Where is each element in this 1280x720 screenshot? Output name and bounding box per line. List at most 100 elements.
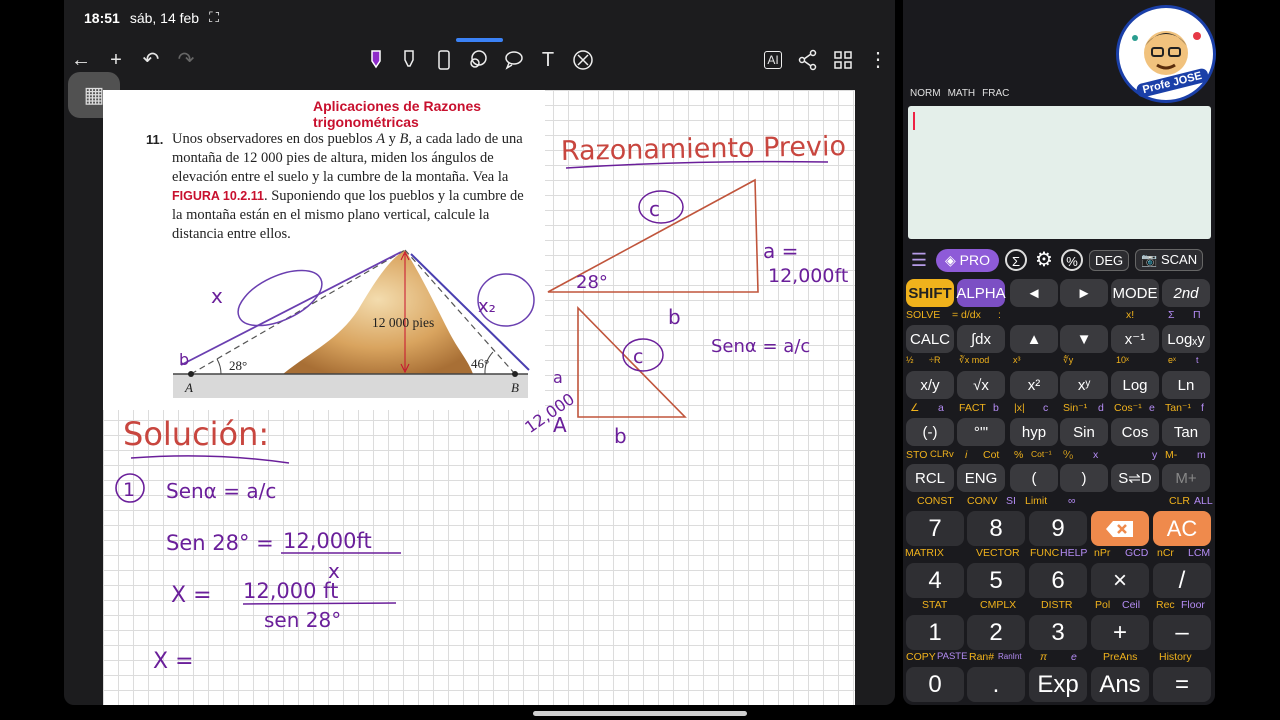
decimal-key[interactable]: . xyxy=(967,667,1025,702)
deg-button[interactable]: DEG xyxy=(1089,249,1130,271)
calculator-app: NORM MATH FRAC ☰ ◈ PRO Σ ⚙ % DEG 📷 SCAN … xyxy=(903,0,1215,705)
grid-icon[interactable] xyxy=(831,48,855,72)
sum-icon[interactable]: Σ xyxy=(1005,249,1027,271)
home-indicator[interactable] xyxy=(533,711,747,716)
label-clrv: CLRv xyxy=(930,449,954,460)
ai-icon[interactable]: AI xyxy=(761,48,785,72)
right-arrow-key[interactable]: ► xyxy=(1060,279,1108,307)
active-tool-indicator xyxy=(456,38,503,42)
negative-key[interactable]: (-) xyxy=(906,418,954,446)
key-4[interactable]: 4 xyxy=(906,563,964,598)
ans-key[interactable]: Ans xyxy=(1091,667,1149,702)
status-frac: FRAC xyxy=(982,88,1010,99)
percent-icon[interactable]: % xyxy=(1061,249,1083,271)
key-5[interactable]: 5 xyxy=(967,563,1025,598)
sqrt-key[interactable]: √x xyxy=(957,371,1005,399)
key-7[interactable]: 7 xyxy=(906,511,964,546)
integral-key[interactable]: ∫dx xyxy=(957,325,1005,353)
hw-b-mark: b xyxy=(179,350,189,369)
square-key[interactable]: x² xyxy=(1010,371,1058,399)
label-m: m xyxy=(1197,449,1206,461)
label-ex: eˣ xyxy=(1168,355,1176,365)
up-arrow-key[interactable]: ▲ xyxy=(1010,325,1058,353)
label-si: SI xyxy=(1006,495,1016,507)
calc-display[interactable] xyxy=(908,106,1211,239)
sin-key[interactable]: Sin xyxy=(1060,418,1108,446)
cos-key[interactable]: Cos xyxy=(1111,418,1159,446)
laser-icon[interactable] xyxy=(571,48,595,72)
rcl-key[interactable]: RCL xyxy=(906,464,954,492)
label-cmplx: CMPLX xyxy=(980,599,1017,611)
label-asin: Sin⁻¹ xyxy=(1063,402,1088,414)
fullscreen-icon[interactable]: ⛶ xyxy=(209,9,219,26)
text-icon[interactable]: T xyxy=(536,48,560,72)
lasso-icon[interactable] xyxy=(467,48,491,72)
equals-key[interactable]: = xyxy=(1153,667,1211,702)
label-cot: Cot xyxy=(983,449,1000,461)
shift-key[interactable]: SHIFT xyxy=(906,279,954,307)
undo-icon[interactable]: ↶ xyxy=(139,48,163,72)
calc-status-bar: NORM MATH FRAC xyxy=(910,88,1009,99)
key-3[interactable]: 3 xyxy=(1029,615,1087,650)
reciprocal-key[interactable]: x⁻¹ xyxy=(1111,325,1159,353)
left-arrow-key[interactable]: ◄ xyxy=(1010,279,1058,307)
ln-key[interactable]: Ln xyxy=(1162,371,1210,399)
plus-key[interactable]: + xyxy=(1091,615,1149,650)
multiply-key[interactable]: × xyxy=(1091,563,1149,598)
open-paren-key[interactable]: ( xyxy=(1010,464,1058,492)
close-paren-key[interactable]: ) xyxy=(1060,464,1108,492)
hyp-key[interactable]: hyp xyxy=(1010,418,1058,446)
second-function-key[interactable]: 2nd xyxy=(1162,279,1210,307)
exp-key[interactable]: Exp xyxy=(1029,667,1087,702)
key-0[interactable]: 0 xyxy=(906,667,964,702)
log-key[interactable]: Log xyxy=(1111,371,1159,399)
label-history: History xyxy=(1159,651,1192,663)
pro-button[interactable]: ◈ PRO xyxy=(936,248,999,272)
label-d: d xyxy=(1098,402,1104,414)
notebook-page[interactable]: Aplicaciones de Razones trigonométricas … xyxy=(103,90,855,705)
hw-sen-formula: Senα = a/c xyxy=(711,336,810,357)
shapes-icon[interactable] xyxy=(502,48,526,72)
label-angle: ∠ xyxy=(910,402,920,414)
add-icon[interactable]: + xyxy=(104,48,128,72)
key-8[interactable]: 8 xyxy=(967,511,1025,546)
key-9[interactable]: 9 xyxy=(1029,511,1087,546)
eng-key[interactable]: ENG xyxy=(957,464,1005,492)
key-1[interactable]: 1 xyxy=(906,615,964,650)
back-arrow-icon[interactable]: ← xyxy=(69,48,93,72)
label-ddx: = d/dx xyxy=(952,309,981,321)
key-6[interactable]: 6 xyxy=(1029,563,1087,598)
highlighter-icon[interactable] xyxy=(397,48,421,72)
minus-key[interactable]: – xyxy=(1153,615,1211,650)
degrees-key[interactable]: °'" xyxy=(957,418,1005,446)
hw-a2-value: 12,000 xyxy=(521,389,578,437)
m-plus-key[interactable]: M+ xyxy=(1162,464,1210,492)
hw-c2: c xyxy=(633,346,643,368)
tan-key[interactable]: Tan xyxy=(1162,418,1210,446)
divide-key[interactable]: / xyxy=(1153,563,1211,598)
alpha-key[interactable]: ALPHA xyxy=(956,279,1006,307)
pen-icon[interactable] xyxy=(364,48,388,72)
backspace-key[interactable] xyxy=(1091,511,1149,546)
gear-icon[interactable]: ⚙ xyxy=(1033,249,1055,271)
sd-key[interactable]: S⇌D xyxy=(1111,464,1159,492)
more-icon[interactable]: ⋮ xyxy=(866,48,890,72)
redo-icon[interactable]: ↷ xyxy=(174,48,198,72)
scan-button[interactable]: 📷 SCAN xyxy=(1135,249,1204,271)
label-e-const: e xyxy=(1071,651,1077,663)
ac-key[interactable]: AC xyxy=(1153,511,1211,546)
label-acot: Cot⁻¹ xyxy=(1031,449,1052,459)
label-infinity: ∞ xyxy=(1068,495,1076,507)
eraser-icon[interactable] xyxy=(432,48,456,72)
logxy-key[interactable]: Logₓy xyxy=(1162,325,1210,353)
fraction-key[interactable]: x/y xyxy=(906,371,954,399)
hw-x2-label: x₂ xyxy=(478,296,496,317)
mode-key[interactable]: MODE xyxy=(1111,279,1159,307)
share-icon[interactable] xyxy=(796,48,820,72)
hw-a-value: 12,000ft xyxy=(768,265,848,287)
calc-key[interactable]: CALC xyxy=(906,325,954,353)
power-key[interactable]: xʸ xyxy=(1060,371,1108,399)
down-arrow-key[interactable]: ▼ xyxy=(1060,325,1108,353)
menu-icon[interactable]: ☰ xyxy=(908,249,930,271)
key-2[interactable]: 2 xyxy=(967,615,1025,650)
